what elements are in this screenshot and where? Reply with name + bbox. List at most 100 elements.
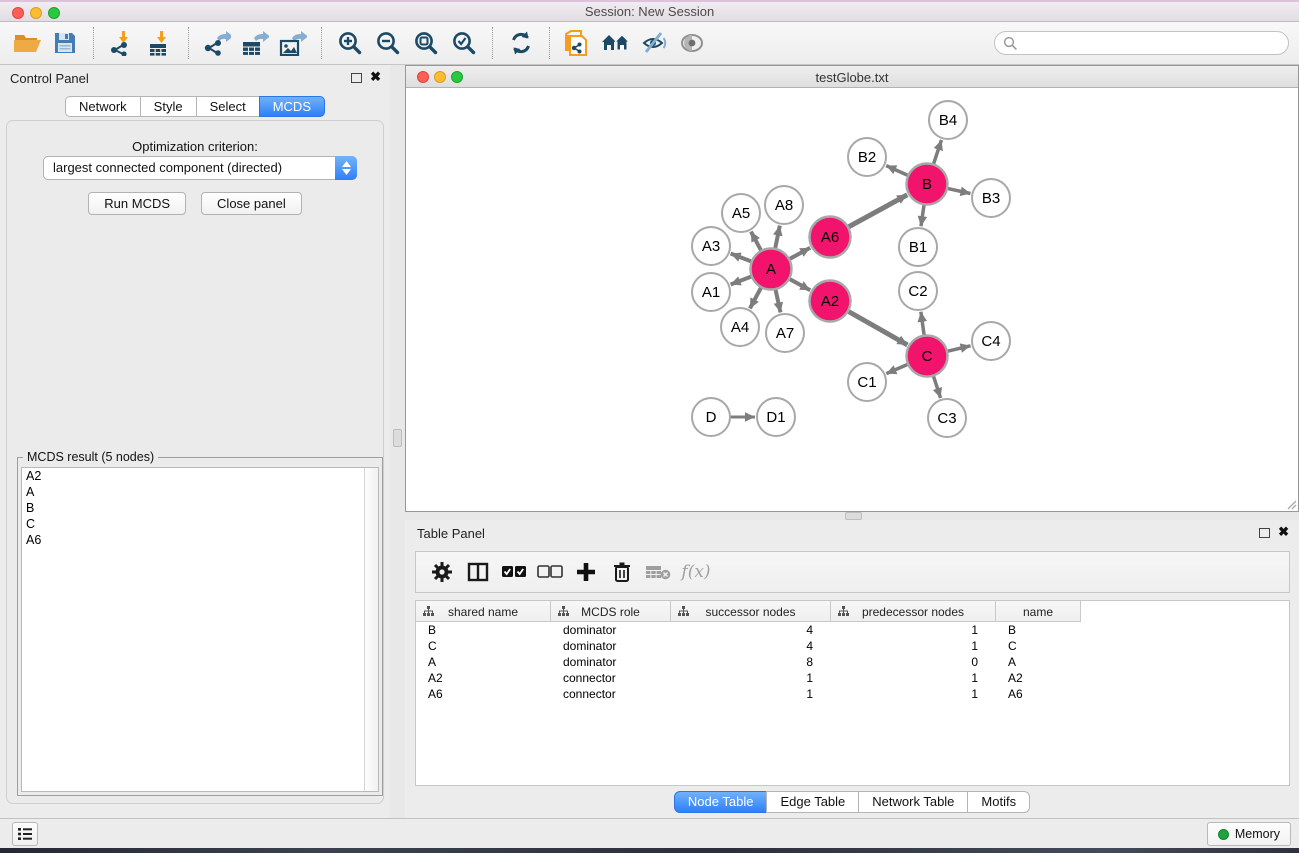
table-row[interactable]: Adominator80A <box>416 654 1289 670</box>
cell-predecessor-nodes[interactable]: 1 <box>831 686 996 702</box>
graph-node-C4[interactable]: C4 <box>972 322 1010 360</box>
graph-node-A4[interactable]: A4 <box>721 308 759 346</box>
graph-node-C3[interactable]: C3 <box>928 399 966 437</box>
graph-node-A[interactable]: A <box>751 249 792 290</box>
mcds-result-item[interactable]: B <box>22 500 378 516</box>
memory-button[interactable]: Memory <box>1207 822 1291 846</box>
zoom-in-button[interactable] <box>331 24 369 62</box>
import-table-button[interactable] <box>141 24 179 62</box>
run-mcds-button[interactable]: Run MCDS <box>88 192 186 215</box>
cell-predecessor-nodes[interactable]: 1 <box>831 622 996 638</box>
show-column-panel-button[interactable] <box>460 554 496 590</box>
cell-mcds-role[interactable]: connector <box>551 686 671 702</box>
mcds-result-item[interactable]: A2 <box>22 468 378 484</box>
graph-node-A5[interactable]: A5 <box>722 194 760 232</box>
function-builder-button[interactable]: f(x) <box>676 554 712 590</box>
tab-node-table[interactable]: Node Table <box>674 791 768 813</box>
cell-mcds-role[interactable]: dominator <box>551 622 671 638</box>
cell-name[interactable]: A <box>996 654 1081 670</box>
tab-edge-table[interactable]: Edge Table <box>766 791 859 813</box>
cell-predecessor-nodes[interactable]: 0 <box>831 654 996 670</box>
cell-name[interactable]: C <box>996 638 1081 654</box>
edge-C-C4[interactable] <box>945 346 971 352</box>
table-row[interactable]: Bdominator41B <box>416 622 1289 638</box>
cell-successor-nodes[interactable]: 1 <box>671 670 831 686</box>
column-header-shared-name[interactable]: shared name <box>416 601 551 622</box>
cell-shared-name[interactable]: A <box>416 654 551 670</box>
edge-A-A3[interactable] <box>731 254 754 263</box>
task-history-button[interactable] <box>12 822 38 846</box>
graph-node-B2[interactable]: B2 <box>848 138 886 176</box>
resize-grip-icon[interactable] <box>1285 498 1297 510</box>
edge-B-B3[interactable] <box>945 188 970 194</box>
graph-node-A7[interactable]: A7 <box>766 314 804 352</box>
cell-mcds-role[interactable]: dominator <box>551 654 671 670</box>
show-graphics-details-button[interactable] <box>673 24 711 62</box>
edge-B-B2[interactable] <box>886 166 910 177</box>
cell-successor-nodes[interactable]: 4 <box>671 638 831 654</box>
cell-shared-name[interactable]: A2 <box>416 670 551 686</box>
edge-B-B1[interactable] <box>921 202 924 226</box>
cell-mcds-role[interactable]: connector <box>551 670 671 686</box>
zoom-out-button[interactable] <box>369 24 407 62</box>
graph-node-D1[interactable]: D1 <box>757 398 795 436</box>
graph-node-B3[interactable]: B3 <box>972 179 1010 217</box>
search-input[interactable] <box>1018 34 1288 52</box>
cell-shared-name[interactable]: C <box>416 638 551 654</box>
close-panel-button[interactable]: Close panel <box>201 192 302 215</box>
edge-A6-B[interactable] <box>846 195 907 228</box>
clone-network-button[interactable] <box>559 24 597 62</box>
tab-network-table[interactable]: Network Table <box>858 791 968 813</box>
column-header-predecessor-nodes[interactable]: predecessor nodes <box>831 601 996 622</box>
hide-graphics-details-button[interactable] <box>635 24 673 62</box>
graph-node-D[interactable]: D <box>692 398 730 436</box>
mcds-result-list[interactable]: A2ABCA6 <box>21 467 379 792</box>
export-table-button[interactable] <box>236 24 274 62</box>
graph-node-A2[interactable]: A2 <box>810 281 851 322</box>
graph-node-C1[interactable]: C1 <box>848 363 886 401</box>
tab-network[interactable]: Network <box>65 96 141 117</box>
unselect-all-columns-button[interactable] <box>532 554 568 590</box>
criterion-dropdown[interactable]: largest connected component (directed) <box>43 156 357 180</box>
edge-A-A1[interactable] <box>731 276 754 285</box>
export-image-button[interactable] <box>274 24 312 62</box>
zoom-selected-button[interactable] <box>445 24 483 62</box>
horizontal-splitter-handle[interactable] <box>845 512 862 520</box>
graph-node-C2[interactable]: C2 <box>899 272 937 310</box>
cell-successor-nodes[interactable]: 8 <box>671 654 831 670</box>
mcds-result-item[interactable]: C <box>22 516 378 532</box>
cell-predecessor-nodes[interactable]: 1 <box>831 638 996 654</box>
graph-node-A8[interactable]: A8 <box>765 186 803 224</box>
vertical-splitter-handle[interactable] <box>393 429 402 447</box>
edge-A-A4[interactable] <box>750 285 762 308</box>
edge-C-C2[interactable] <box>921 312 925 338</box>
network-canvas[interactable]: B4B2BB3A8A5A6A3B1AC2A1A2A4A7C4CC1C3DD1 <box>406 88 1298 511</box>
table-row[interactable]: Cdominator41C <box>416 638 1289 654</box>
mcds-result-item[interactable]: A6 <box>22 532 378 548</box>
float-panel-icon[interactable] <box>351 73 362 83</box>
graph-node-B1[interactable]: B1 <box>899 228 937 266</box>
save-session-button[interactable] <box>46 24 84 62</box>
graph-node-A3[interactable]: A3 <box>692 227 730 265</box>
cell-shared-name[interactable]: A6 <box>416 686 551 702</box>
delete-column-button[interactable] <box>604 554 640 590</box>
export-network-button[interactable] <box>198 24 236 62</box>
cell-name[interactable]: B <box>996 622 1081 638</box>
column-header-name[interactable]: name <box>996 601 1081 622</box>
close-panel-icon[interactable]: ✖ <box>1278 524 1289 540</box>
mcds-result-item[interactable]: A <box>22 484 378 500</box>
network-overview-button[interactable] <box>597 24 635 62</box>
tab-style[interactable]: Style <box>140 96 197 117</box>
graph-node-A1[interactable]: A1 <box>692 273 730 311</box>
create-column-button[interactable] <box>568 554 604 590</box>
edge-A-A8[interactable] <box>775 226 780 251</box>
cell-shared-name[interactable]: B <box>416 622 551 638</box>
scrollbar[interactable] <box>364 468 378 791</box>
cell-name[interactable]: A2 <box>996 670 1081 686</box>
refresh-view-button[interactable] <box>502 24 540 62</box>
cell-successor-nodes[interactable]: 1 <box>671 686 831 702</box>
edge-A-A2[interactable] <box>787 278 810 290</box>
edge-A-A6[interactable] <box>787 248 810 260</box>
graph-node-B[interactable]: B <box>907 164 948 205</box>
table-row[interactable]: A2connector11A2 <box>416 670 1289 686</box>
